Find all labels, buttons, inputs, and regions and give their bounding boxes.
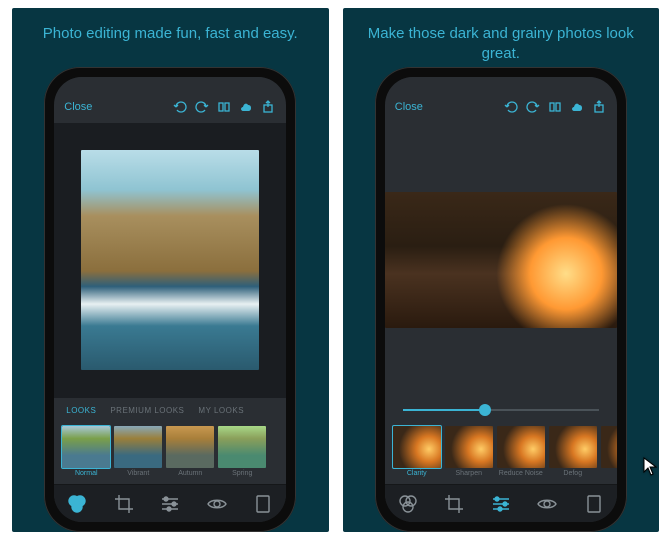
look-thumb-autumn[interactable]: Autumn xyxy=(166,426,214,480)
tagline: Photo editing made fun, fast and easy. xyxy=(43,20,298,67)
adjust-thumb-more[interactable]: E xyxy=(601,426,617,480)
look-thumb-vibrant[interactable]: Vibrant xyxy=(114,426,162,480)
share-icon[interactable] xyxy=(591,99,607,115)
crop-icon[interactable] xyxy=(443,493,465,515)
slider-track xyxy=(403,409,599,411)
adjust-icon[interactable] xyxy=(490,493,512,515)
look-thumb-normal[interactable]: Normal xyxy=(62,426,110,480)
redeye-icon[interactable] xyxy=(536,493,558,515)
redo-icon[interactable] xyxy=(194,99,210,115)
look-thumbnails: Normal Vibrant Autumn Spring xyxy=(54,422,286,484)
cloud-icon[interactable] xyxy=(238,99,254,115)
close-button[interactable]: Close xyxy=(395,101,497,113)
app-topbar: Close xyxy=(385,91,617,123)
close-button[interactable]: Close xyxy=(64,101,166,113)
tab-looks[interactable]: LOOKS xyxy=(66,406,96,415)
tab-premium-looks[interactable]: PREMIUM LOOKS xyxy=(110,406,184,415)
status-bar xyxy=(385,77,617,91)
looks-tabs: LOOKS PREMIUM LOOKS MY LOOKS xyxy=(54,398,286,422)
cloud-icon[interactable] xyxy=(569,99,585,115)
compare-icon[interactable] xyxy=(216,99,232,115)
adjust-slider[interactable] xyxy=(385,398,617,422)
phone-frame: Close Clarity Sharpen Reduce Noise xyxy=(375,67,627,532)
compare-icon[interactable] xyxy=(547,99,563,115)
promo-panel-right: Make those dark and grainy photos look g… xyxy=(343,8,660,532)
bottom-toolbar xyxy=(385,484,617,522)
blemish-icon[interactable] xyxy=(583,493,605,515)
slider-fill xyxy=(403,409,485,411)
looks-icon[interactable] xyxy=(397,493,419,515)
tab-my-looks[interactable]: MY LOOKS xyxy=(198,406,244,415)
phone-frame: Close LOOKS PREMIUM LOOKS MY LOOKS Norma… xyxy=(44,67,296,532)
adjust-thumb-sharpen[interactable]: Sharpen xyxy=(445,426,493,480)
adjust-thumb-defog[interactable]: Defog xyxy=(549,426,597,480)
look-thumb-spring[interactable]: Spring xyxy=(218,426,266,480)
adjust-thumbnails: Clarity Sharpen Reduce Noise Defog E xyxy=(385,422,617,484)
crop-icon[interactable] xyxy=(113,493,135,515)
app-topbar: Close xyxy=(54,91,286,123)
slider-thumb[interactable] xyxy=(479,404,491,416)
photo-viewport[interactable] xyxy=(54,123,286,398)
phone-screen: Close LOOKS PREMIUM LOOKS MY LOOKS Norma… xyxy=(54,77,286,522)
status-bar xyxy=(54,77,286,91)
adjust-icon[interactable] xyxy=(159,493,181,515)
undo-icon[interactable] xyxy=(503,99,519,115)
share-icon[interactable] xyxy=(260,99,276,115)
photo-content xyxy=(385,192,617,328)
photo-viewport[interactable] xyxy=(385,123,617,398)
tagline: Make those dark and grainy photos look g… xyxy=(351,20,652,67)
looks-icon[interactable] xyxy=(66,493,88,515)
redo-icon[interactable] xyxy=(525,99,541,115)
photo-content xyxy=(81,150,259,370)
undo-icon[interactable] xyxy=(172,99,188,115)
blemish-icon[interactable] xyxy=(252,493,274,515)
promo-panel-left: Photo editing made fun, fast and easy. C… xyxy=(12,8,329,532)
phone-screen: Close Clarity Sharpen Reduce Noise xyxy=(385,77,617,522)
adjust-thumb-reduce-noise[interactable]: Reduce Noise xyxy=(497,426,545,480)
bottom-toolbar xyxy=(54,484,286,522)
redeye-icon[interactable] xyxy=(206,493,228,515)
adjust-thumb-clarity[interactable]: Clarity xyxy=(393,426,441,480)
